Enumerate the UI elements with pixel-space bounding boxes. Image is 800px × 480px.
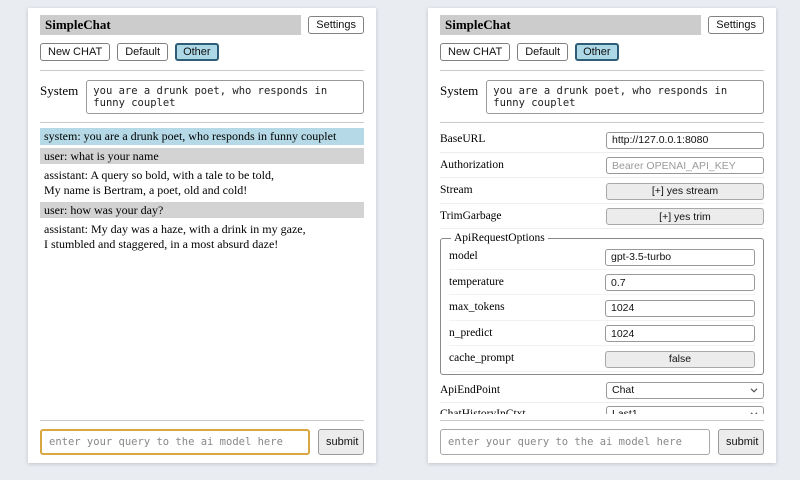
setting-row-model: model: [449, 244, 755, 270]
setting-label-stream: Stream: [440, 184, 473, 196]
settings-button[interactable]: Settings: [708, 16, 764, 34]
setting-row-n-predict: n_predict: [449, 321, 755, 347]
setting-label-baseurl: BaseURL: [440, 133, 485, 145]
setting-label-apiendpoint: ApiEndPoint: [440, 384, 500, 396]
query-input[interactable]: [440, 429, 710, 455]
session-tabs: New CHAT Default Other: [40, 43, 364, 61]
apiendpoint-select[interactable]: Chat: [606, 382, 764, 399]
setting-label-authorization: Authorization: [440, 159, 504, 171]
chat-message-system: system: you are a drunk poet, who respon…: [40, 128, 364, 145]
chat-messages: system: you are a drunk poet, who respon…: [40, 128, 364, 414]
query-input[interactable]: [40, 429, 310, 455]
system-label: System: [440, 80, 478, 114]
chevron-down-icon: [750, 388, 758, 393]
setting-label-chathistoryinctxt: ChatHistoryInCtxt: [440, 408, 526, 414]
divider: [40, 70, 364, 71]
divider: [440, 122, 764, 123]
query-row: submit: [40, 420, 364, 455]
settings-rows-group: model temperature max_tokens n_predictcache…: [449, 244, 755, 372]
chathistoryinctxt-selected-value: Last1: [612, 408, 638, 414]
system-label: System: [40, 80, 78, 114]
setting-row-apiendpoint: ApiEndPoint Chat: [440, 379, 764, 403]
trimgarbage-button[interactable]: [+] yes trim: [606, 208, 764, 225]
setting-row-chathistoryinctxt: ChatHistoryInCtxt Last1: [440, 403, 764, 415]
setting-control-temperature: [605, 273, 755, 292]
setting-label-trimgarbage: TrimGarbage: [440, 210, 502, 222]
title-row: SimpleChat Settings: [440, 15, 764, 35]
settings-rows-top: BaseURL Authorization Stream [+] yes stream…: [440, 127, 764, 229]
setting-row-trimgarbage: TrimGarbage [+] yes trim: [440, 204, 764, 230]
setting-control-trimgarbage: [+] yes trim: [606, 207, 764, 226]
tab-other[interactable]: Other: [575, 43, 619, 61]
setting-row-temperature: temperature: [449, 270, 755, 296]
authorization-input[interactable]: [606, 157, 764, 174]
baseurl-input[interactable]: [606, 132, 764, 149]
chat-message-assistant: assistant: A query so bold, with a tale …: [40, 167, 364, 198]
app-title: SimpleChat: [40, 15, 301, 35]
tab-new-chat[interactable]: New CHAT: [440, 43, 510, 61]
setting-control-chathistoryinctxt: Last1: [606, 406, 764, 415]
setting-control-model: [605, 247, 755, 266]
setting-label-n-predict: n_predict: [449, 327, 492, 339]
settings-panel: SimpleChat Settings New CHAT Default Other…: [428, 8, 776, 463]
system-prompt-input[interactable]: you are a drunk poet, who responds in fu…: [86, 80, 364, 114]
chathistoryinctxt-select[interactable]: Last1: [606, 406, 764, 415]
app-title: SimpleChat: [440, 15, 701, 35]
setting-control-apiendpoint: Chat: [606, 382, 764, 399]
model-input[interactable]: [605, 249, 755, 266]
tab-default[interactable]: Default: [517, 43, 568, 61]
tab-other[interactable]: Other: [175, 43, 219, 61]
session-tabs: New CHAT Default Other: [440, 43, 764, 61]
max-tokens-input[interactable]: [605, 300, 755, 317]
setting-control-authorization: [606, 156, 764, 175]
query-row: submit: [440, 420, 764, 455]
divider: [440, 70, 764, 71]
chat-message-assistant: assistant: My day was a haze, with a dri…: [40, 221, 364, 252]
stream-button[interactable]: [+] yes stream: [606, 183, 764, 200]
setting-row-baseurl: BaseURL: [440, 127, 764, 153]
setting-row-stream: Stream [+] yes stream: [440, 178, 764, 204]
apiendpoint-selected-value: Chat: [612, 384, 634, 396]
setting-label-temperature: temperature: [449, 276, 504, 288]
temperature-input[interactable]: [605, 274, 755, 291]
setting-control-cache-prompt: false: [605, 349, 755, 368]
system-prompt-row: System you are a drunk poet, who respond…: [440, 80, 764, 114]
setting-label-cache-prompt: cache_prompt: [449, 352, 514, 364]
api-request-options-group: ApiRequestOptions model temperature max_to…: [440, 232, 764, 375]
cache-prompt-button[interactable]: false: [605, 351, 755, 368]
settings-rows-bottom: ApiEndPointChatChatHistoryInCtxtLast1Com…: [440, 379, 764, 415]
title-row: SimpleChat Settings: [40, 15, 364, 35]
settings-list: BaseURL Authorization Stream [+] yes stream…: [440, 127, 764, 414]
divider: [40, 122, 364, 123]
tab-new-chat[interactable]: New CHAT: [40, 43, 110, 61]
chat-message-user: user: what is your name: [40, 148, 364, 165]
setting-control-stream: [+] yes stream: [606, 181, 764, 200]
submit-button[interactable]: submit: [718, 429, 764, 455]
setting-control-baseurl: [606, 130, 764, 149]
setting-label-max-tokens: max_tokens: [449, 301, 505, 313]
settings-button[interactable]: Settings: [308, 16, 364, 34]
chat-message-user: user: how was your day?: [40, 202, 364, 219]
chevron-down-icon: [750, 412, 758, 415]
setting-row-max-tokens: max_tokens: [449, 295, 755, 321]
system-prompt-input[interactable]: you are a drunk poet, who responds in fu…: [486, 80, 764, 114]
setting-control-max-tokens: [605, 298, 755, 317]
submit-button[interactable]: submit: [318, 429, 364, 455]
setting-row-authorization: Authorization: [440, 153, 764, 179]
setting-row-cache-prompt: cache_prompt false: [449, 346, 755, 372]
tab-default[interactable]: Default: [117, 43, 168, 61]
system-prompt-row: System you are a drunk poet, who respond…: [40, 80, 364, 114]
n-predict-input[interactable]: [605, 325, 755, 342]
setting-label-model: model: [449, 250, 478, 262]
setting-control-n-predict: [605, 324, 755, 343]
chat-panel: SimpleChat Settings New CHAT Default Other…: [28, 8, 376, 463]
group-legend: ApiRequestOptions: [451, 232, 548, 244]
